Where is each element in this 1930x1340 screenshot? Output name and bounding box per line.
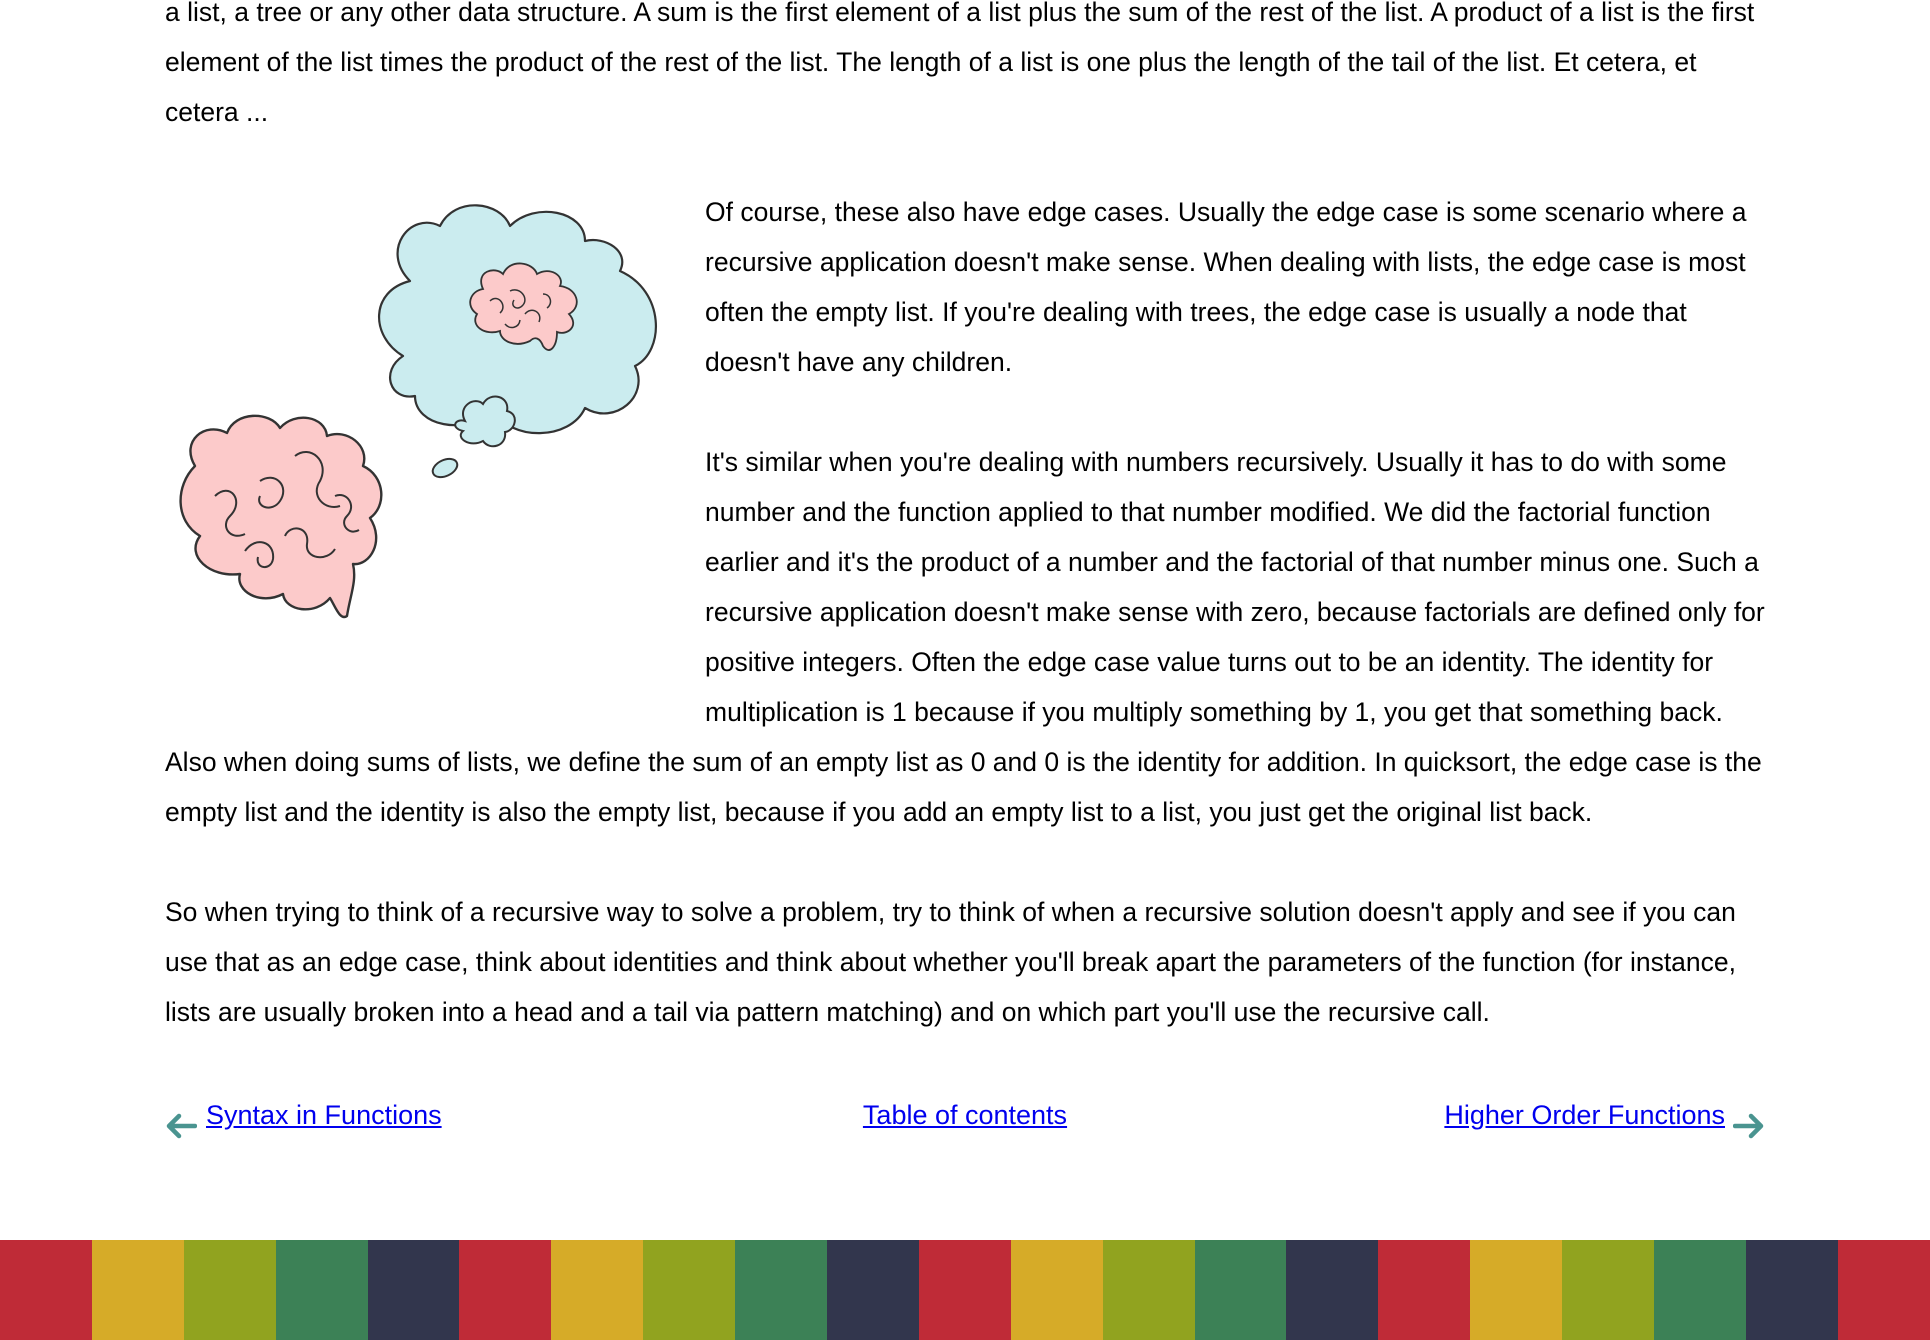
arrow-left-icon[interactable] xyxy=(165,1102,198,1139)
footer-stripe xyxy=(1562,1240,1655,1340)
footer-stripe xyxy=(643,1240,736,1340)
footer-stripe xyxy=(1286,1240,1379,1340)
footer-stripe xyxy=(183,1240,276,1340)
footer-stripe xyxy=(827,1240,919,1340)
footer-stripe xyxy=(1745,1240,1838,1340)
footer-stripe xyxy=(735,1240,828,1340)
next-chapter-link[interactable]: Higher Order Functions xyxy=(1444,1087,1725,1143)
footer-stripe xyxy=(1654,1240,1746,1340)
prev-chapter: Syntax in Functions xyxy=(165,1087,442,1143)
paragraph-recursive-strategy: So when trying to think of a recursive w… xyxy=(165,897,1737,1027)
footer-stripe xyxy=(1102,1240,1195,1340)
footer-stripe xyxy=(275,1240,368,1340)
next-chapter: Higher Order Functions xyxy=(1444,1087,1765,1143)
paragraph-list-recursion: a list, a tree or any other data structu… xyxy=(165,0,1755,127)
footer-stripe xyxy=(0,1240,92,1340)
footer-stripe xyxy=(1194,1240,1287,1340)
footer-stripe xyxy=(459,1240,552,1340)
footer-stripe xyxy=(1378,1240,1471,1340)
brain-thinking-icon xyxy=(165,196,705,696)
footer-stripe xyxy=(918,1240,1011,1340)
footer-stripe xyxy=(551,1240,644,1340)
footer-stripe xyxy=(1470,1240,1563,1340)
footer-stripe xyxy=(91,1240,184,1340)
chapter-navigation: Table of contents Syntax in Functions Hi… xyxy=(165,1087,1765,1143)
arrow-right-icon[interactable] xyxy=(1732,1102,1765,1139)
prev-chapter-link[interactable]: Syntax in Functions xyxy=(206,1087,442,1143)
table-of-contents-link[interactable]: Table of contents xyxy=(863,1100,1067,1130)
footer-stripe xyxy=(367,1240,460,1340)
footer-stripe xyxy=(1837,1240,1930,1340)
article-body: a list, a tree or any other data structu… xyxy=(165,0,1765,1087)
footer-stripe-bar xyxy=(0,1240,1930,1340)
footer-stripe xyxy=(1010,1240,1103,1340)
